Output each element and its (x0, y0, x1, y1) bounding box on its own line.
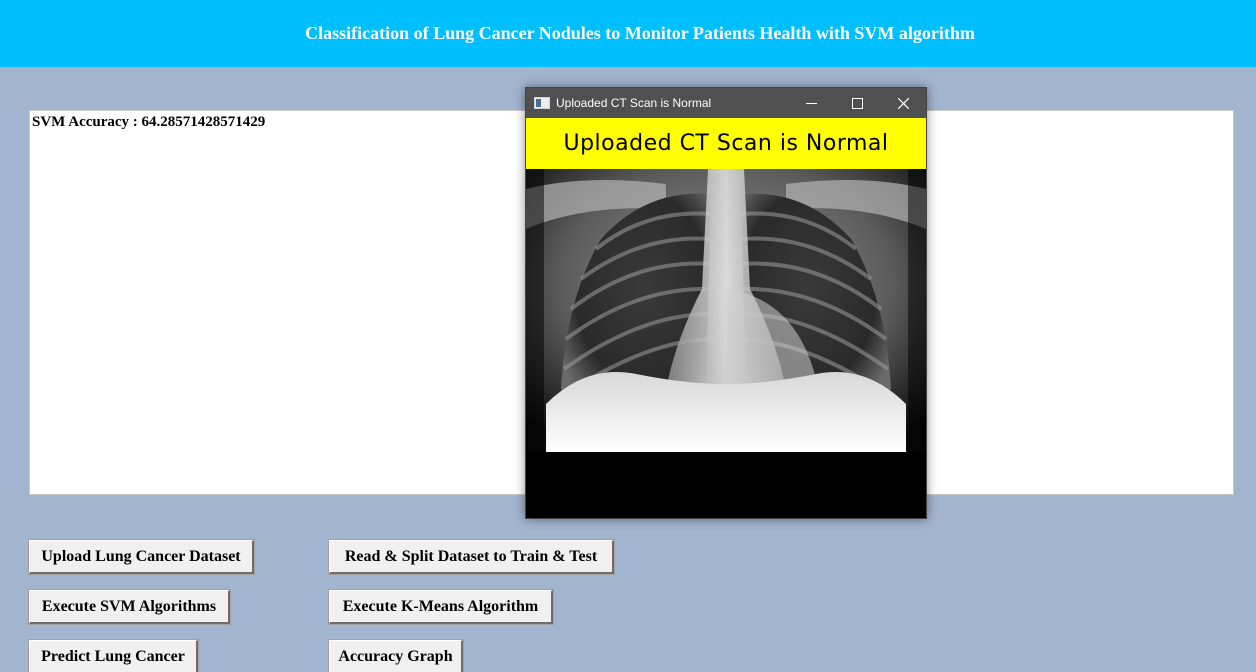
app-window-icon (534, 97, 550, 109)
close-icon[interactable] (880, 88, 926, 118)
popup-window-title: Uploaded CT Scan is Normal (556, 96, 712, 110)
accuracy-graph-button[interactable]: Accuracy Graph (328, 639, 464, 672)
chest-xray-image (526, 169, 926, 452)
read-split-dataset-button[interactable]: Read & Split Dataset to Train & Test (328, 539, 615, 575)
execute-svm-button[interactable]: Execute SVM Algorithms (28, 589, 231, 625)
result-banner-text: Uploaded CT Scan is Normal (563, 131, 889, 156)
accuracy-output: SVM Accuracy : 64.28571428571429 (32, 114, 266, 130)
upload-dataset-button[interactable]: Upload Lung Cancer Dataset (28, 539, 255, 575)
minimize-icon[interactable] (788, 88, 834, 118)
result-banner: Uploaded CT Scan is Normal (526, 118, 926, 169)
predict-lung-cancer-button[interactable]: Predict Lung Cancer (28, 639, 199, 672)
app-title: Classification of Lung Cancer Nodules to… (305, 23, 975, 43)
result-popup-window: Uploaded CT Scan is Normal Uploaded CT S… (525, 87, 927, 519)
maximize-icon[interactable] (834, 88, 880, 118)
app-header: Classification of Lung Cancer Nodules to… (0, 0, 1256, 67)
popup-titlebar[interactable]: Uploaded CT Scan is Normal (526, 88, 926, 118)
execute-kmeans-button[interactable]: Execute K-Means Algorithm (328, 589, 554, 625)
